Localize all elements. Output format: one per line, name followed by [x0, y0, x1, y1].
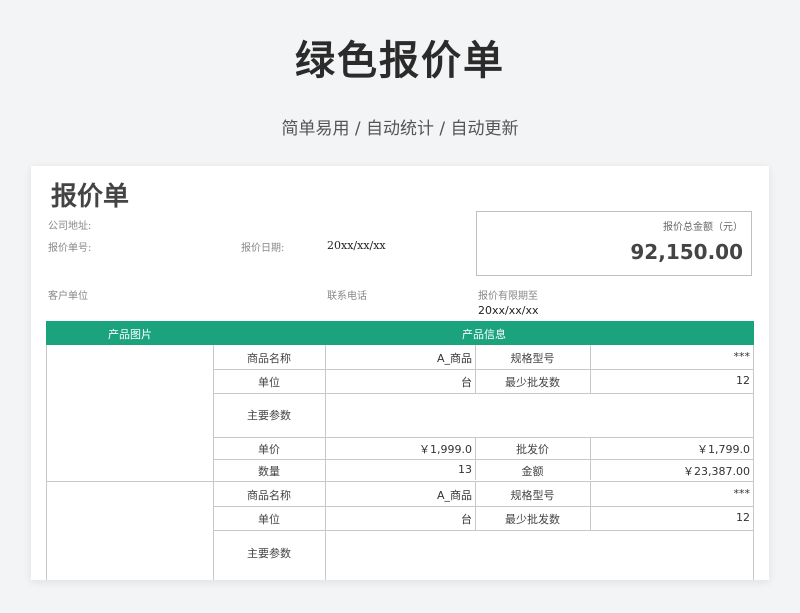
- spec-label: 规格型号: [510, 489, 555, 502]
- table-row: 单价 ￥1,999.0 批发价 ￥1,799.0: [46, 437, 754, 459]
- unit-value: 台: [461, 513, 472, 526]
- params-label: 主要参数: [247, 547, 291, 560]
- unit-label: 单位: [258, 376, 280, 389]
- table-row: 主要参数: [46, 393, 754, 437]
- price-value: ￥1,999.0: [419, 443, 472, 456]
- table-row: 单位 台 最少批发数 12: [46, 369, 754, 393]
- spec-value: ***: [733, 487, 751, 500]
- table-row: 商品名称 A_商品 规格型号 ***: [46, 345, 754, 369]
- table-header: 产品图片 产品信息: [46, 321, 754, 345]
- company-address-label: 公司地址:: [48, 221, 92, 232]
- quote-date-value: 20xx/xx/xx: [327, 239, 386, 252]
- qty-value: 13: [458, 463, 472, 476]
- hero-subtitle: 简单易用 / 自动统计 / 自动更新: [281, 119, 519, 139]
- min-qty-label: 最少批发数: [505, 376, 560, 389]
- table-row: 商品名称 A_商品 规格型号 ***: [46, 482, 754, 506]
- min-qty-value: 12: [736, 511, 750, 524]
- quote-no-label: 报价单号:: [48, 243, 92, 254]
- quote-sheet: 报价单 公司地址: 报价单号: 报价日期: 20xx/xx/xx 报价总金额（元…: [31, 166, 769, 580]
- header-product-image: 产品图片: [108, 328, 152, 341]
- name-label: 商品名称: [247, 352, 291, 365]
- amount-value: ￥23,387.00: [683, 465, 750, 478]
- table-row: 主要参数: [46, 530, 754, 574]
- product-grid: 商品名称 A_商品 规格型号 *** 单位 台 最少批发数 12 主要参数 单价…: [46, 345, 754, 580]
- amount-label: 金额: [521, 465, 544, 478]
- name-value: A_商品: [436, 489, 472, 502]
- wholesale-value: ￥1,799.0: [697, 443, 750, 456]
- spec-label: 规格型号: [510, 352, 555, 365]
- qty-label: 数量: [258, 465, 280, 478]
- sheet-title: 报价单: [51, 182, 130, 212]
- wholesale-label: 批发价: [516, 443, 549, 456]
- table-row: 单位 台 最少批发数 12: [46, 506, 754, 530]
- phone-label: 联系电话: [327, 291, 367, 302]
- table-row: 数量 13 金额 ￥23,387.00: [46, 459, 754, 481]
- price-label: 单价: [258, 443, 280, 456]
- unit-value: 台: [461, 376, 472, 389]
- total-amount-label: 报价总金额（元）: [663, 222, 743, 233]
- params-label: 主要参数: [247, 409, 291, 422]
- customer-label: 客户单位: [48, 291, 88, 302]
- min-qty-value: 12: [736, 374, 750, 387]
- hero-title: 绿色报价单: [295, 38, 505, 84]
- total-amount-box: 报价总金额（元） 92,150.00: [476, 211, 752, 276]
- quote-date-label: 报价日期:: [241, 243, 285, 254]
- name-value: A_商品: [436, 352, 472, 365]
- total-amount-value: 92,150.00: [630, 240, 743, 264]
- valid-until-label: 报价有限期至: [478, 291, 538, 302]
- valid-until-value: 20xx/xx/xx: [478, 304, 539, 317]
- name-label: 商品名称: [247, 489, 291, 502]
- header-product-info: 产品信息: [462, 328, 506, 341]
- unit-label: 单位: [258, 513, 280, 526]
- min-qty-label: 最少批发数: [505, 513, 560, 526]
- spec-value: ***: [733, 350, 751, 363]
